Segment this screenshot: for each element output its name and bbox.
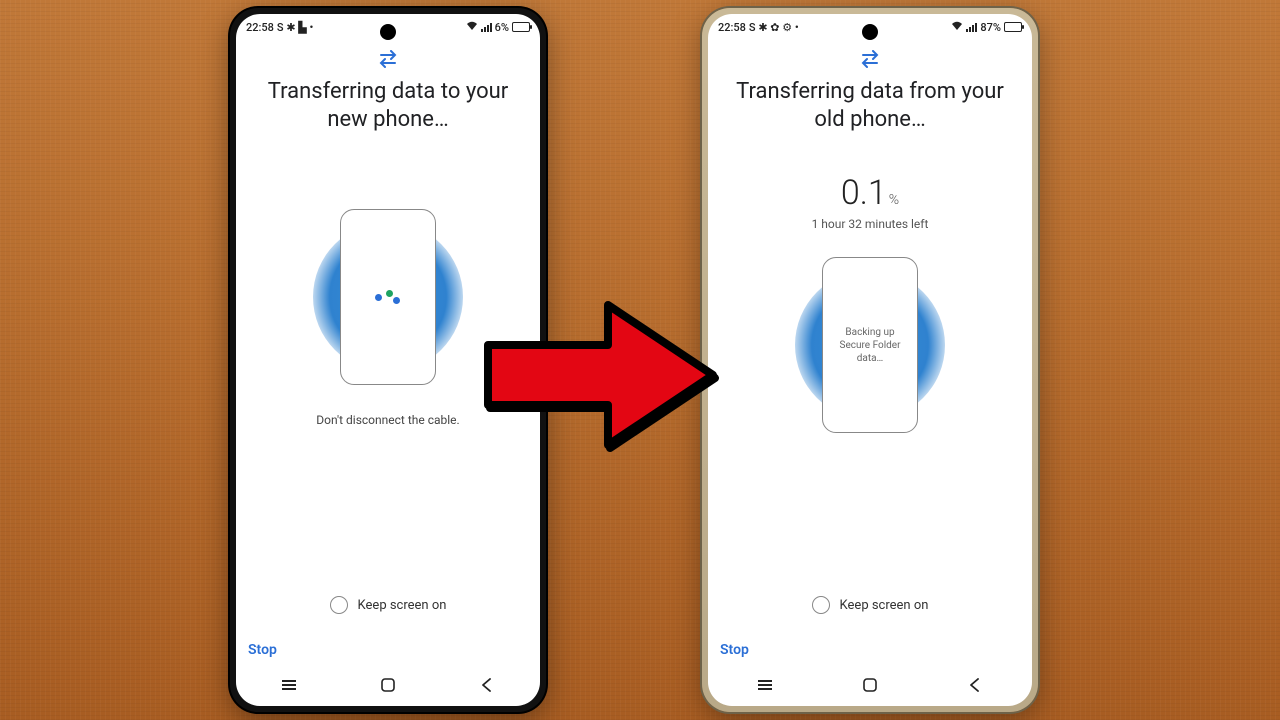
keep-screen-on-option[interactable]: Keep screen on [330, 596, 447, 614]
keep-screen-label: Keep screen on [840, 598, 929, 613]
transfer-graphic [298, 197, 478, 397]
camera-hole-icon [862, 24, 878, 40]
battery-icon [1004, 22, 1022, 32]
battery-pct: 87% [980, 21, 1001, 34]
status-time: 22:58 [718, 21, 746, 34]
page-title: Transferring data from your old phone… [726, 78, 1014, 133]
camera-hole-icon [380, 24, 396, 40]
time-remaining: 1 hour 32 minutes left [812, 217, 929, 231]
arrow-right-icon [468, 290, 728, 464]
progress-unit: % [889, 192, 899, 208]
transfer-graphic: Backing up Secure Folder data… [780, 245, 960, 445]
status-time: 22:58 [246, 21, 274, 34]
page-title: Transferring data to your new phone… [254, 78, 522, 133]
screen-new: 22:58 S ✱ ✿ ⚙ • 87% Transferring data fr… [708, 14, 1032, 706]
radio-unchecked-icon[interactable] [330, 596, 348, 614]
progress-value: 0.1 [841, 173, 887, 213]
stop-button[interactable]: Stop [712, 632, 757, 668]
status-indicators: S ✱ ▙ • [277, 21, 313, 34]
progress-percent: 0.1% [841, 173, 899, 213]
home-button[interactable] [861, 676, 879, 694]
wifi-icon [951, 21, 963, 34]
back-button[interactable] [966, 676, 984, 694]
device-outline-icon: Backing up Secure Folder data… [822, 257, 918, 433]
stop-button[interactable]: Stop [240, 632, 285, 668]
signal-icon [481, 22, 492, 32]
back-button[interactable] [478, 676, 496, 694]
radio-unchecked-icon[interactable] [812, 596, 830, 614]
signal-icon [966, 22, 977, 32]
device-status-text: Backing up Secure Folder data… [831, 326, 909, 365]
transfer-icon [859, 50, 881, 72]
loading-dots-icon [375, 294, 402, 301]
device-outline-icon [340, 209, 436, 385]
recents-button[interactable] [756, 676, 774, 694]
recents-button[interactable] [280, 676, 298, 694]
battery-icon [512, 22, 530, 32]
home-button[interactable] [379, 676, 397, 694]
status-indicators: S ✱ ✿ ⚙ • [749, 21, 799, 34]
phone-new: 22:58 S ✱ ✿ ⚙ • 87% Transferring data fr… [702, 8, 1038, 712]
wifi-icon [466, 21, 478, 34]
keep-screen-label: Keep screen on [358, 598, 447, 613]
transfer-icon [377, 50, 399, 72]
android-nav-bar [712, 668, 1028, 702]
android-nav-bar [240, 668, 536, 702]
keep-screen-on-option[interactable]: Keep screen on [812, 596, 929, 614]
hint-text: Don't disconnect the cable. [316, 413, 459, 427]
battery-pct: 6% [495, 21, 509, 34]
